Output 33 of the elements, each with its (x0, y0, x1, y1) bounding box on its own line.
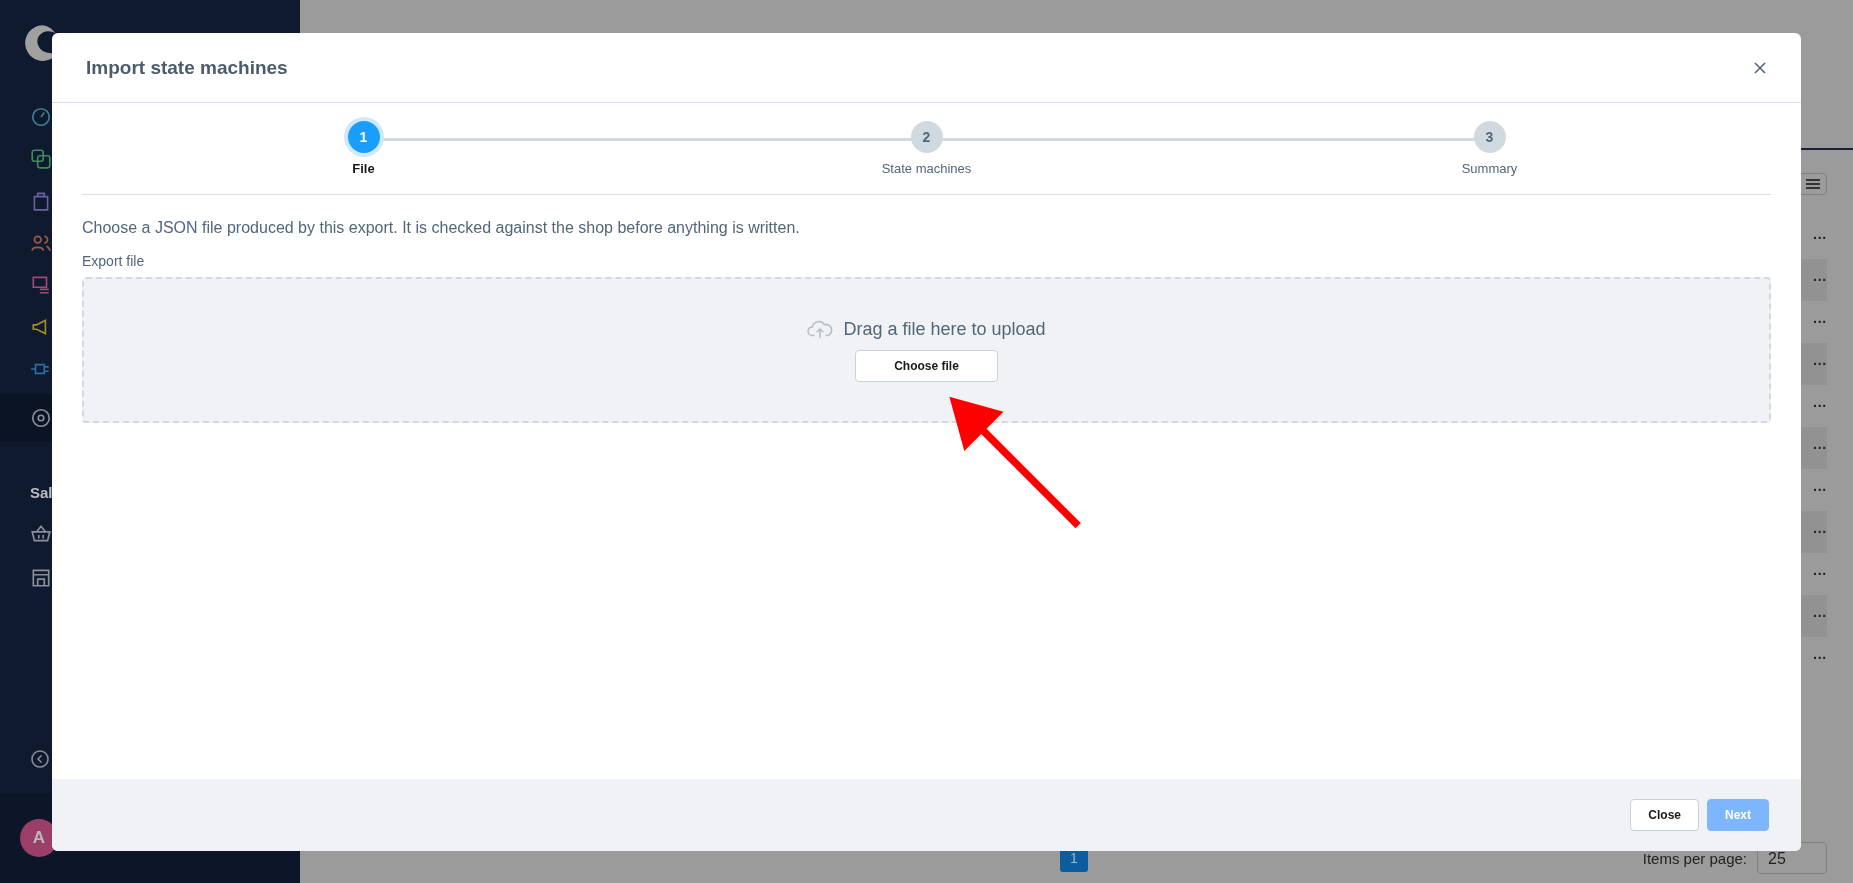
row-actions-button[interactable]: ··· (1813, 524, 1827, 540)
sidebar-section-label: Sal (30, 484, 54, 501)
step-number: 2 (910, 121, 943, 153)
step-label: File (352, 161, 375, 176)
row-actions-button[interactable]: ··· (1813, 230, 1827, 246)
dropzone-text: Drag a file here to upload (843, 318, 1046, 340)
file-dropzone[interactable]: Drag a file here to upload Choose file (82, 277, 1771, 423)
row-actions-button[interactable]: ··· (1813, 608, 1827, 624)
step-label: Summary (1461, 161, 1518, 176)
step-number: 1 (347, 121, 380, 153)
collapse-icon[interactable] (30, 749, 50, 769)
dialog-title: Import state machines (86, 56, 288, 79)
row-actions-button[interactable]: ··· (1813, 398, 1827, 414)
copy-icon[interactable] (30, 148, 52, 170)
menu-icon (1806, 178, 1820, 189)
storefront-icon[interactable] (30, 567, 52, 589)
row-actions-button[interactable]: ··· (1813, 440, 1827, 456)
items-per-page-label: Items per page: (1642, 849, 1747, 867)
close-button[interactable]: Close (1630, 799, 1699, 831)
row-actions-button[interactable]: ··· (1813, 650, 1827, 666)
step-number: 3 (1473, 121, 1506, 153)
row-actions-button[interactable]: ··· (1813, 272, 1827, 288)
row-actions-button[interactable]: ··· (1813, 482, 1827, 498)
dialog-description: Choose a JSON file produced by this export. It is checked against the shop before anything is written. (82, 219, 801, 237)
close-icon[interactable] (1753, 60, 1767, 75)
cloud-upload-icon (807, 318, 834, 340)
gauge-icon[interactable] (30, 106, 52, 128)
choose-file-button[interactable]: Choose file (855, 350, 998, 382)
row-actions-button[interactable]: ··· (1813, 566, 1827, 582)
row-actions-button[interactable]: ··· (1813, 314, 1827, 330)
row-actions-button[interactable]: ··· (1813, 356, 1827, 372)
field-label: Export file (82, 253, 146, 269)
step-label: State machines (881, 161, 972, 176)
